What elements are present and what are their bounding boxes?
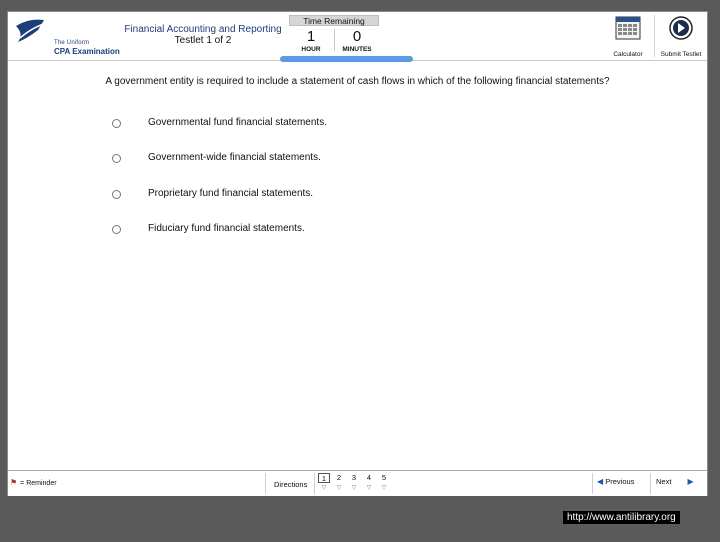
radio-button[interactable] — [112, 154, 121, 163]
reminder-flag-icon[interactable]: ▽ — [348, 483, 360, 493]
next-label: Next — [656, 477, 672, 486]
exam-title: Financial Accounting and Reporting Testl… — [123, 24, 283, 46]
footer-divider — [650, 473, 651, 494]
logo-line-2: CPA Examination — [54, 47, 120, 56]
calculator-icon — [615, 16, 641, 40]
exam-section-title: Financial Accounting and Reporting — [124, 24, 282, 35]
time-remaining-panel[interactable]: Time Remaining 1 HOUR 0 MINUTES — [289, 15, 379, 55]
reminder-flag-icon: ⚑ — [10, 478, 18, 487]
footer-divider — [592, 473, 593, 494]
reminder-flag-icon[interactable]: ▽ — [363, 483, 375, 493]
question-number: 5 — [381, 473, 387, 482]
question-nav-2[interactable]: 2 ▽ — [333, 473, 345, 495]
footer-bar: ⚑ = Reminder Directions 1 ▽ 2 ▽ 3 ▽ 4 ▽ 5… — [8, 470, 707, 496]
answer-option-text: Government-wide financial statements. — [148, 152, 321, 163]
question-number: 4 — [366, 473, 372, 482]
next-button[interactable]: Next ▶ — [656, 477, 706, 486]
logo-emblem-icon — [16, 19, 51, 42]
chevron-right-icon: ▶ — [687, 477, 694, 486]
calculator-label: Calculator — [613, 51, 643, 58]
answer-option-b[interactable]: Government-wide financial statements. — [112, 152, 512, 166]
answer-option-text: Fiduciary fund financial statements. — [148, 223, 305, 234]
footer-divider — [314, 473, 315, 494]
answer-option-c[interactable]: Proprietary fund financial statements. — [112, 188, 512, 202]
radio-button[interactable] — [112, 190, 121, 199]
minutes-value: 0 — [352, 28, 362, 45]
question-number: 2 — [336, 473, 342, 482]
reminder-flag-icon[interactable]: ▽ — [333, 483, 345, 493]
previous-button[interactable]: ◀ Previous — [597, 477, 649, 486]
header-bar: The Uniform CPA Examination Financial Ac… — [8, 12, 707, 62]
question-number: 1 — [318, 473, 330, 483]
question-nav-3[interactable]: 3 ▽ — [348, 473, 360, 495]
hours-label: HOUR — [301, 46, 321, 53]
hours-value: 1 — [306, 28, 316, 45]
timer-highlight-mark — [280, 56, 413, 62]
answer-option-text: Governmental fund financial statements. — [148, 117, 327, 128]
chevron-left-icon: ◀ — [597, 477, 604, 486]
submit-testlet-label: Submit Testlet — [660, 51, 702, 58]
question-text: A government entity is required to inclu… — [105, 76, 610, 87]
radio-button[interactable] — [112, 119, 121, 128]
footer-divider — [265, 473, 266, 494]
submit-testlet-button[interactable]: Submit Testlet — [659, 16, 703, 58]
question-number: 3 — [351, 473, 357, 482]
logo-line-1: The Uniform — [54, 40, 90, 46]
answer-option-text: Proprietary fund financial statements. — [148, 188, 314, 199]
testlet-label: Testlet 1 of 2 — [174, 35, 232, 46]
previous-label: Previous — [605, 477, 635, 486]
arrow-right-circle-icon — [669, 16, 693, 40]
question-nav-5[interactable]: 5 ▽ — [378, 473, 390, 495]
directions-button[interactable]: Directions — [274, 480, 307, 489]
reminder-flag-icon[interactable]: ▽ — [378, 483, 390, 493]
calculator-button[interactable]: Calculator — [606, 16, 650, 58]
answer-option-d[interactable]: Fiduciary fund financial statements. — [112, 223, 512, 237]
time-remaining-title: Time Remaining — [289, 15, 379, 26]
minutes-label: MINUTES — [342, 46, 372, 53]
reminder-label: = Reminder — [20, 480, 57, 487]
watermark-url: http://www.antilibrary.org — [563, 511, 680, 524]
question-nav-4[interactable]: 4 ▽ — [363, 473, 375, 495]
reminder-legend: ⚑ = Reminder — [10, 478, 57, 487]
question-nav-1[interactable]: 1 ▽ — [318, 473, 330, 495]
exam-window: The Uniform CPA Examination Financial Ac… — [7, 11, 708, 496]
reminder-flag-icon[interactable]: ▽ — [318, 483, 330, 493]
answer-option-a[interactable]: Governmental fund financial statements. — [112, 117, 512, 131]
cpa-logo: The Uniform CPA Examination — [14, 16, 124, 56]
radio-button[interactable] — [112, 225, 121, 234]
